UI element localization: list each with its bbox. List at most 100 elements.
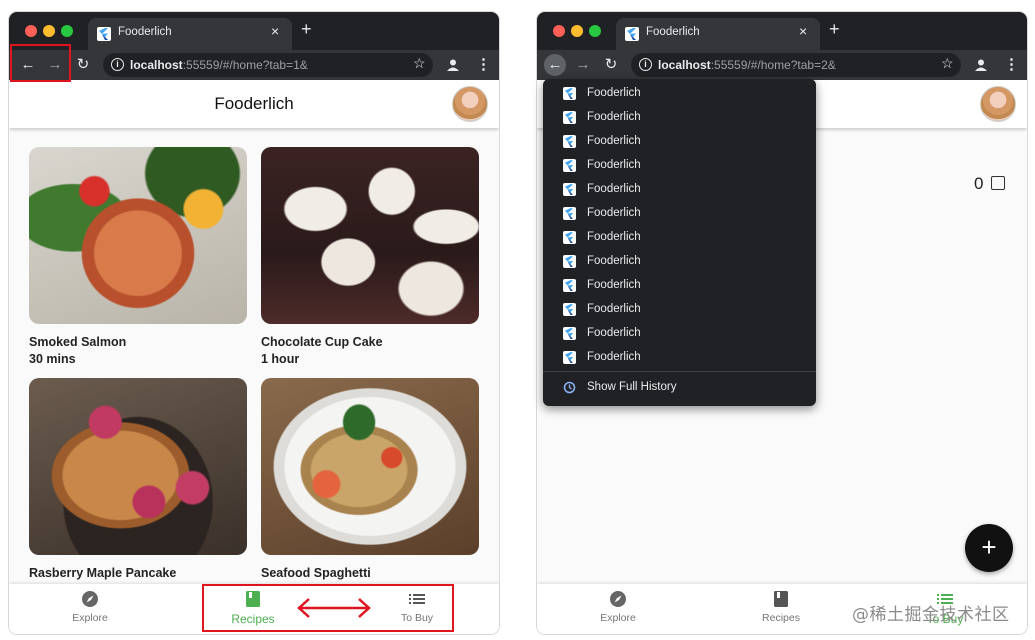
address-bar[interactable]: i localhost:55559/#/home?tab=2& ☆ bbox=[631, 53, 961, 77]
app-title: Fooderlich bbox=[214, 94, 294, 113]
divider bbox=[543, 371, 816, 372]
flutter-icon bbox=[563, 159, 576, 172]
smoked-salmon-image bbox=[29, 147, 247, 324]
maximize-window-button[interactable] bbox=[589, 25, 601, 37]
flutter-icon bbox=[563, 135, 576, 148]
recipe-title: Smoked Salmon bbox=[29, 335, 127, 349]
book-icon bbox=[774, 591, 788, 607]
browser-window-left: Fooderlich × + ← → ↻ i localhost:55559/#… bbox=[9, 12, 499, 634]
browser-toolbar: ← → ↻ i localhost:55559/#/home?tab=2& ☆ … bbox=[537, 50, 1027, 80]
history-item[interactable]: Fooderlich bbox=[543, 106, 816, 130]
history-item-label: Fooderlich bbox=[587, 87, 641, 99]
history-item[interactable]: Fooderlich bbox=[543, 154, 816, 178]
flutter-icon bbox=[563, 255, 576, 268]
show-full-history-link[interactable]: Show Full History bbox=[587, 381, 676, 393]
close-window-button[interactable] bbox=[553, 25, 565, 37]
history-item[interactable]: Fooderlich bbox=[543, 130, 816, 154]
seafood-spaghetti-image bbox=[261, 378, 479, 555]
annotation-box-nav-buttons bbox=[10, 44, 71, 82]
app-bar: Fooderlich bbox=[9, 80, 499, 128]
history-item[interactable]: Fooderlich bbox=[543, 202, 816, 226]
minimize-window-button[interactable] bbox=[571, 25, 583, 37]
history-item-label: Fooderlich bbox=[587, 255, 641, 267]
nav-explore[interactable]: Explore bbox=[40, 590, 140, 624]
recipe-card[interactable]: Chocolate Cup Cake 1 hour bbox=[261, 147, 479, 366]
tab-strip: Fooderlich × + bbox=[537, 12, 1027, 50]
minimize-window-button[interactable] bbox=[43, 25, 55, 37]
nav-label: Explore bbox=[72, 612, 108, 624]
history-item-label: Fooderlich bbox=[587, 111, 641, 123]
tab-strip: Fooderlich × + bbox=[9, 12, 499, 50]
watermark: @稀土掘金技术社区 bbox=[852, 605, 1010, 625]
tab-title: Fooderlich bbox=[118, 26, 172, 38]
item-count: 0 bbox=[974, 174, 984, 193]
avatar[interactable] bbox=[452, 86, 488, 122]
history-item-label: Fooderlich bbox=[587, 159, 641, 171]
recipe-duration: 1 hour bbox=[261, 352, 300, 366]
flutter-icon bbox=[563, 87, 576, 100]
url-text: localhost:55559/#/home?tab=2& bbox=[658, 58, 836, 72]
history-item[interactable]: Fooderlich bbox=[543, 82, 816, 106]
history-item[interactable]: Fooderlich bbox=[543, 322, 816, 346]
reload-button[interactable]: ↻ bbox=[600, 54, 622, 76]
recipe-card[interactable]: Rasberry Maple Pancake bbox=[29, 378, 247, 580]
history-item-label: Fooderlich bbox=[587, 231, 641, 243]
checkbox[interactable] bbox=[991, 176, 1005, 190]
address-bar[interactable]: i localhost:55559/#/home?tab=1& ☆ bbox=[103, 53, 433, 77]
flutter-icon bbox=[563, 279, 576, 292]
history-item[interactable]: Fooderlich bbox=[543, 346, 816, 370]
history-item-label: Fooderlich bbox=[587, 303, 641, 315]
browser-menu-icon[interactable]: ⋮ bbox=[1004, 57, 1019, 72]
nav-label: Recipes bbox=[762, 612, 800, 624]
recipe-title: Rasberry Maple Pancake bbox=[29, 566, 177, 580]
flutter-icon bbox=[563, 327, 576, 340]
flutter-icon bbox=[97, 27, 111, 41]
history-item-label: Fooderlich bbox=[587, 279, 641, 291]
chocolate-cup-cake-image bbox=[261, 147, 479, 324]
url-text: localhost:55559/#/home?tab=1& bbox=[130, 58, 308, 72]
browser-tab[interactable]: Fooderlich × bbox=[616, 18, 820, 50]
flutter-icon bbox=[625, 27, 639, 41]
nav-recipes[interactable]: Recipes bbox=[731, 590, 831, 624]
double-arrow-icon bbox=[297, 598, 371, 618]
profile-icon[interactable] bbox=[974, 58, 988, 72]
recipe-card[interactable]: Seafood Spaghetti bbox=[261, 378, 479, 580]
new-tab-button[interactable]: + bbox=[829, 20, 840, 38]
history-item-label: Fooderlich bbox=[587, 351, 641, 363]
close-tab-icon[interactable]: × bbox=[271, 23, 279, 39]
bookmark-star-icon[interactable]: ☆ bbox=[941, 55, 954, 72]
profile-icon[interactable] bbox=[446, 58, 460, 72]
flutter-icon bbox=[563, 207, 576, 220]
history-item[interactable]: Fooderlich bbox=[543, 250, 816, 274]
maximize-window-button[interactable] bbox=[61, 25, 73, 37]
info-icon[interactable]: i bbox=[111, 58, 124, 71]
forward-button[interactable]: → bbox=[572, 54, 594, 76]
back-button[interactable]: ← bbox=[544, 54, 566, 76]
history-item-label: Fooderlich bbox=[587, 183, 641, 195]
close-tab-icon[interactable]: × bbox=[799, 23, 807, 39]
info-icon[interactable]: i bbox=[639, 58, 652, 71]
flutter-icon bbox=[563, 231, 576, 244]
history-item[interactable]: Fooderlich bbox=[543, 226, 816, 250]
history-item[interactable]: Fooderlich bbox=[543, 274, 816, 298]
new-tab-button[interactable]: + bbox=[301, 20, 312, 38]
close-window-button[interactable] bbox=[25, 25, 37, 37]
rasberry-maple-pancake-image bbox=[29, 378, 247, 555]
recipe-title: Seafood Spaghetti bbox=[261, 566, 371, 580]
flutter-icon bbox=[563, 183, 576, 196]
add-item-button[interactable]: + bbox=[965, 524, 1013, 572]
history-item-label: Fooderlich bbox=[587, 327, 641, 339]
nav-label: Explore bbox=[600, 612, 636, 624]
browser-tab[interactable]: Fooderlich × bbox=[88, 18, 292, 50]
browser-menu-icon[interactable]: ⋮ bbox=[476, 57, 491, 72]
recipe-duration: 30 mins bbox=[29, 352, 76, 366]
flutter-icon bbox=[563, 111, 576, 124]
tab-title: Fooderlich bbox=[646, 26, 700, 38]
history-item[interactable]: Fooderlich bbox=[543, 178, 816, 202]
reload-button[interactable]: ↻ bbox=[72, 54, 94, 76]
history-item[interactable]: Fooderlich bbox=[543, 298, 816, 322]
bookmark-star-icon[interactable]: ☆ bbox=[413, 55, 426, 72]
nav-explore[interactable]: Explore bbox=[568, 590, 668, 624]
avatar[interactable] bbox=[980, 86, 1016, 122]
recipe-card[interactable]: Smoked Salmon 30 mins bbox=[29, 147, 247, 366]
